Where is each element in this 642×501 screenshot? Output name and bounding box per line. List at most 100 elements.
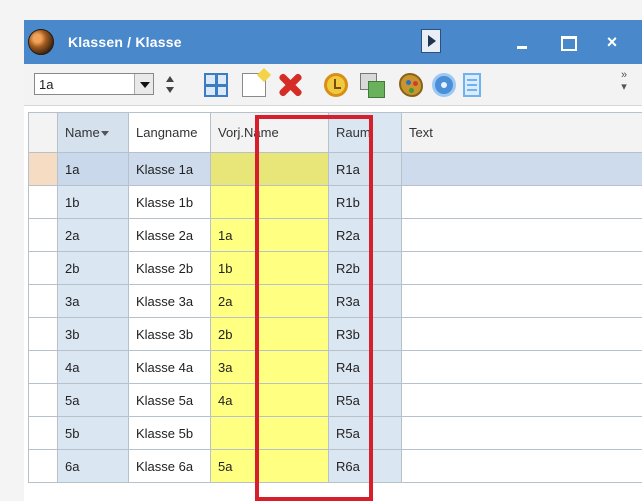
cell-long-name[interactable]: Klasse 3b — [128, 317, 211, 351]
table-row[interactable]: 5a Klasse 5a 4a R5a — [28, 383, 642, 417]
sort-descending-icon — [100, 131, 109, 137]
cell-previous-year-name[interactable]: 2a — [210, 284, 329, 318]
cell-previous-year-name[interactable]: 5a — [210, 449, 329, 483]
cell-previous-year-name[interactable]: 3a — [210, 350, 329, 384]
row-selector[interactable] — [28, 317, 58, 351]
delete-icon[interactable] — [277, 72, 303, 98]
table-row[interactable]: 6a Klasse 6a 5a R6a — [28, 449, 642, 483]
field-list-icon[interactable] — [463, 73, 481, 97]
row-selector-header[interactable] — [28, 112, 58, 153]
table-row[interactable]: 5b Klasse 5b R5a — [28, 416, 642, 450]
table-row[interactable]: 4a Klasse 4a 3a R4a — [28, 350, 642, 384]
up-down-spinner-icon[interactable] — [164, 74, 174, 96]
cell-room[interactable]: R5a — [328, 383, 402, 417]
row-selector[interactable] — [28, 416, 58, 450]
copy-icon[interactable] — [360, 73, 385, 98]
table-header-row: Name Langname Vorj.Name Raum Text — [28, 112, 642, 153]
cell-name[interactable]: 2b — [57, 251, 129, 285]
cell-room[interactable]: R4a — [328, 350, 402, 384]
cell-room[interactable]: R3a — [328, 284, 402, 318]
cell-name[interactable]: 3a — [57, 284, 129, 318]
cell-text[interactable] — [401, 284, 642, 318]
cell-long-name[interactable]: Klasse 2b — [128, 251, 211, 285]
cell-long-name[interactable]: Klasse 5b — [128, 416, 211, 450]
table-row[interactable]: 2a Klasse 2a 1a R2a — [28, 218, 642, 252]
window-titlebar[interactable]: Klassen / Klasse × — [24, 20, 642, 64]
time-requests-icon[interactable] — [324, 73, 348, 97]
cell-previous-year-name[interactable] — [210, 152, 329, 186]
cell-long-name[interactable]: Klasse 1a — [128, 152, 211, 186]
table-row[interactable]: 1b Klasse 1b R1b — [28, 185, 642, 219]
cell-text[interactable] — [401, 350, 642, 384]
cell-room[interactable]: R2b — [328, 251, 402, 285]
settings-icon[interactable] — [432, 73, 456, 97]
grid-view-icon[interactable] — [204, 73, 228, 97]
cell-long-name[interactable]: Klasse 6a — [128, 449, 211, 483]
cell-previous-year-name[interactable] — [210, 185, 329, 219]
class-selector-dropdown[interactable]: 1a — [34, 73, 154, 95]
row-selector[interactable] — [28, 350, 58, 384]
window-title: Klassen / Klasse — [68, 34, 182, 50]
cell-text[interactable] — [401, 218, 642, 252]
app-icon — [28, 29, 54, 55]
maximize-button[interactable] — [555, 30, 579, 54]
cell-name[interactable]: 1b — [57, 185, 129, 219]
column-header-previous-year-name[interactable]: Vorj.Name — [210, 112, 329, 153]
new-record-icon[interactable] — [242, 73, 266, 97]
cell-name[interactable]: 5a — [57, 383, 129, 417]
cell-text[interactable] — [401, 416, 642, 450]
cell-text[interactable] — [401, 383, 642, 417]
cell-previous-year-name[interactable]: 2b — [210, 317, 329, 351]
cell-previous-year-name[interactable]: 1b — [210, 251, 329, 285]
cell-text[interactable] — [401, 449, 642, 483]
table-row[interactable]: 3a Klasse 3a 2a R3a — [28, 284, 642, 318]
cell-name[interactable]: 1a — [57, 152, 129, 186]
column-header-text[interactable]: Text — [401, 112, 642, 153]
row-selector[interactable] — [28, 449, 58, 483]
cell-long-name[interactable]: Klasse 1b — [128, 185, 211, 219]
cell-long-name[interactable]: Klasse 5a — [128, 383, 211, 417]
cell-name[interactable]: 6a — [57, 449, 129, 483]
row-selector[interactable] — [28, 284, 58, 318]
cell-long-name[interactable]: Klasse 4a — [128, 350, 211, 384]
cell-long-name[interactable]: Klasse 2a — [128, 218, 211, 252]
row-selector[interactable] — [28, 251, 58, 285]
cell-name[interactable]: 2a — [57, 218, 129, 252]
column-header-long-name[interactable]: Langname — [128, 112, 211, 153]
cell-name[interactable]: 4a — [57, 350, 129, 384]
palette-icon[interactable] — [399, 73, 423, 97]
cell-name[interactable]: 3b — [57, 317, 129, 351]
table-row[interactable]: 1a Klasse 1a R1a — [28, 152, 642, 186]
row-selector[interactable] — [28, 152, 58, 186]
table-row[interactable]: 3b Klasse 3b 2b R3b — [28, 317, 642, 351]
cell-room[interactable]: R3b — [328, 317, 402, 351]
row-selector[interactable] — [28, 185, 58, 219]
pin-window-icon[interactable] — [421, 29, 441, 53]
cell-previous-year-name[interactable]: 1a — [210, 218, 329, 252]
column-header-room[interactable]: Raum — [328, 112, 402, 153]
cell-previous-year-name[interactable] — [210, 416, 329, 450]
toolbar-overflow-button[interactable]: » ▾ — [616, 69, 632, 99]
table-row[interactable]: 2b Klasse 2b 1b R2b — [28, 251, 642, 285]
close-button[interactable]: × — [600, 30, 624, 54]
cell-name[interactable]: 5b — [57, 416, 129, 450]
class-grid: Name Langname Vorj.Name Raum Text 1a Klas… — [24, 106, 642, 501]
cell-room[interactable]: R6a — [328, 449, 402, 483]
row-selector[interactable] — [28, 383, 58, 417]
cell-room[interactable]: R1a — [328, 152, 402, 186]
cell-previous-year-name[interactable]: 4a — [210, 383, 329, 417]
cell-long-name[interactable]: Klasse 3a — [128, 284, 211, 318]
column-header-name[interactable]: Name — [57, 112, 129, 153]
chevron-down-icon[interactable] — [134, 74, 153, 94]
cell-room[interactable]: R2a — [328, 218, 402, 252]
minimize-button[interactable] — [510, 30, 534, 54]
cell-text[interactable] — [401, 152, 642, 186]
cell-text[interactable] — [401, 251, 642, 285]
toolbar: 1a » ▾ — [24, 64, 642, 106]
cell-text[interactable] — [401, 317, 642, 351]
row-selector[interactable] — [28, 218, 58, 252]
selected-class-value: 1a — [39, 77, 54, 92]
cell-text[interactable] — [401, 185, 642, 219]
cell-room[interactable]: R1b — [328, 185, 402, 219]
cell-room[interactable]: R5a — [328, 416, 402, 450]
